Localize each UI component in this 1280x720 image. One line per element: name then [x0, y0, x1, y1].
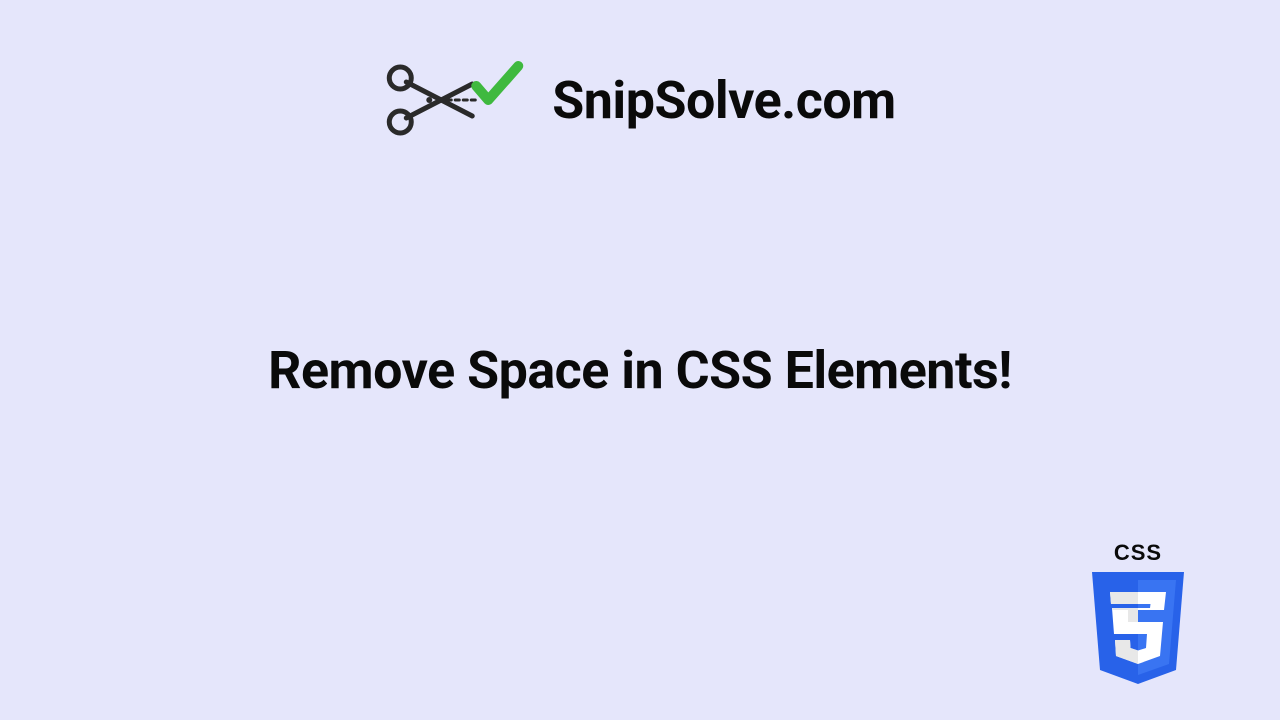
- site-title: SnipSolve.com: [552, 70, 895, 131]
- site-header: SnipSolve.com: [384, 60, 895, 140]
- css-label: CSS: [1114, 540, 1162, 566]
- scissors-check-logo: [384, 60, 524, 140]
- page-headline: Remove Space in CSS Elements!: [268, 340, 1012, 401]
- css3-badge: CSS: [1086, 540, 1190, 690]
- css3-shield-icon: [1086, 572, 1190, 690]
